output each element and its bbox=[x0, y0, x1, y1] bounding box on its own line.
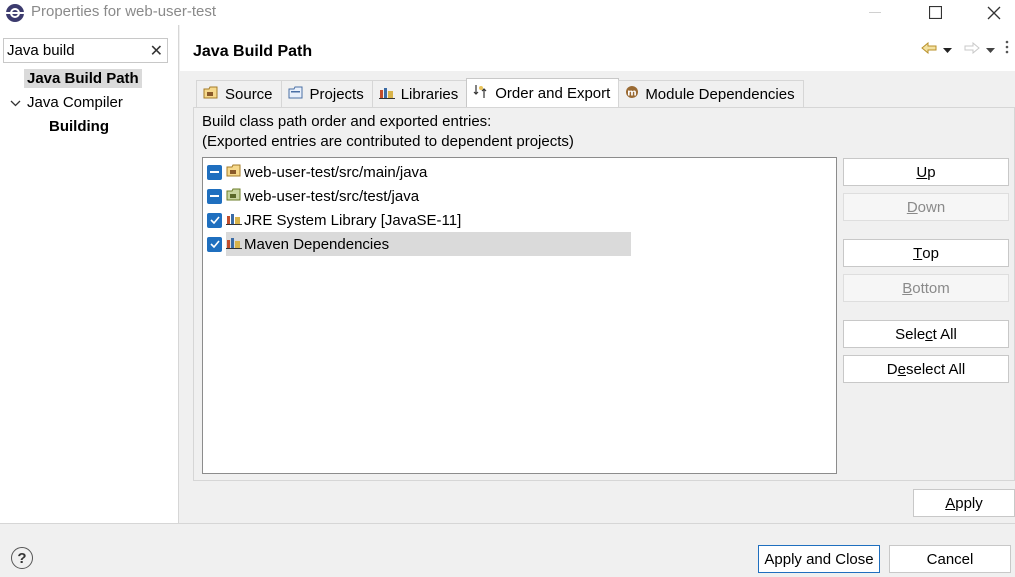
button-label: ottom bbox=[912, 279, 950, 297]
mnemonic: e bbox=[897, 360, 906, 378]
tree-item-building[interactable]: Building bbox=[49, 118, 109, 135]
list-item[interactable]: web-user-test/src/main/java bbox=[207, 160, 431, 184]
apply-and-close-button[interactable]: Apply and Close bbox=[758, 545, 880, 573]
mnemonic: c bbox=[925, 325, 933, 343]
preference-tree-panel: ✕ Java Build Path Java Compiler Building bbox=[0, 25, 179, 523]
list-item[interactable]: web-user-test/src/test/java bbox=[207, 184, 423, 208]
mnemonic: U bbox=[916, 163, 928, 181]
button-label: t All bbox=[932, 325, 957, 343]
dialog-button-bar: ? Apply and Close Cancel bbox=[0, 523, 1015, 577]
list-item[interactable]: JRE System Library [JavaSE-11] bbox=[207, 208, 465, 232]
tab-libraries[interactable]: Libraries bbox=[371, 80, 468, 107]
entry-label: web-user-test/src/test/java bbox=[244, 187, 420, 205]
chevron-down-icon[interactable] bbox=[10, 94, 21, 111]
history-nav bbox=[921, 40, 1009, 58]
partial-checkbox[interactable] bbox=[207, 164, 222, 180]
library-icon bbox=[226, 236, 242, 253]
library-icon bbox=[378, 86, 395, 103]
checked-checkbox[interactable] bbox=[207, 212, 222, 228]
tab-label: Module Dependencies bbox=[645, 85, 795, 103]
button-label: op bbox=[922, 244, 939, 262]
filter-field[interactable]: ✕ bbox=[3, 38, 168, 63]
build-path-tabs: Source Projects Libraries Order and Expo… bbox=[196, 78, 804, 107]
button-label: Cancel bbox=[926, 550, 974, 568]
tab-label: Order and Export bbox=[495, 84, 611, 102]
minimize-icon[interactable] bbox=[855, 0, 895, 25]
back-arrow-icon[interactable] bbox=[921, 41, 937, 58]
button-label: Sele bbox=[895, 325, 926, 343]
tab-label: Projects bbox=[309, 85, 364, 103]
tab-source[interactable]: Source bbox=[196, 80, 282, 107]
forward-dropdown-icon[interactable] bbox=[986, 41, 995, 58]
page-title: Java Build Path bbox=[193, 43, 313, 60]
source-folder-icon bbox=[203, 86, 219, 103]
page-header: Java Build Path bbox=[180, 25, 1015, 71]
description-line-1: Build class path order and exported entr… bbox=[202, 113, 492, 130]
button-label: Apply and Close bbox=[764, 550, 874, 568]
module-icon: m bbox=[625, 85, 639, 103]
description-line-2: (Exported entries are contributed to dep… bbox=[202, 133, 574, 150]
apply-button[interactable]: Apply bbox=[913, 489, 1015, 517]
close-icon[interactable] bbox=[974, 0, 1014, 25]
source-folder-icon bbox=[226, 164, 242, 181]
tab-label: Source bbox=[225, 85, 273, 103]
svg-text:m: m bbox=[628, 89, 637, 99]
forward-arrow-icon[interactable] bbox=[964, 41, 980, 58]
cancel-button[interactable]: Cancel bbox=[889, 545, 1011, 573]
partial-checkbox[interactable] bbox=[207, 188, 222, 204]
tab-label: Libraries bbox=[400, 85, 459, 103]
tree-item-label: Building bbox=[49, 118, 109, 135]
entry-label: JRE System Library [JavaSE-11] bbox=[244, 211, 462, 229]
tab-projects[interactable]: Projects bbox=[280, 80, 373, 107]
button-label: D bbox=[886, 360, 898, 378]
button-label: p bbox=[927, 163, 936, 181]
project-folder-icon bbox=[288, 86, 304, 103]
filter-input[interactable] bbox=[4, 39, 144, 62]
help-icon[interactable]: ? bbox=[11, 547, 33, 569]
mnemonic: D bbox=[906, 198, 918, 216]
tree-item-label: Java Build Path bbox=[27, 70, 139, 87]
entry-label: web-user-test/src/main/java bbox=[244, 163, 428, 181]
clear-filter-icon[interactable]: ✕ bbox=[150, 41, 163, 61]
mnemonic: A bbox=[945, 494, 956, 512]
deselect-all-button[interactable]: De select All bbox=[843, 355, 1009, 383]
button-label: own bbox=[917, 198, 946, 216]
button-label: select All bbox=[905, 360, 966, 378]
view-menu-icon[interactable] bbox=[1005, 40, 1009, 58]
tab-order-and-export[interactable]: Order and Export bbox=[466, 78, 620, 107]
library-icon bbox=[226, 212, 242, 229]
entry-label: Maven Dependencies bbox=[244, 235, 390, 253]
tab-module-dependencies[interactable]: m Module Dependencies bbox=[618, 80, 804, 107]
back-dropdown-icon[interactable] bbox=[943, 41, 952, 58]
tree-item-java-build-path[interactable]: Java Build Path bbox=[24, 69, 142, 88]
button-label: pply bbox=[955, 494, 983, 512]
list-item[interactable]: Maven Dependencies bbox=[207, 232, 631, 256]
checked-checkbox[interactable] bbox=[207, 236, 222, 252]
window-title: Properties for web-user-test bbox=[31, 3, 217, 20]
classpath-entry-list[interactable]: web-user-test/src/main/java web-user-tes… bbox=[202, 157, 837, 474]
top-button[interactable]: Top bbox=[843, 239, 1009, 267]
source-folder-icon bbox=[226, 188, 242, 205]
mnemonic: B bbox=[902, 279, 913, 297]
tree-item-label: Java Compiler bbox=[27, 94, 123, 111]
bottom-button[interactable]: Bottom bbox=[843, 274, 1009, 302]
up-button[interactable]: Up bbox=[843, 158, 1009, 186]
down-button[interactable]: Down bbox=[843, 193, 1009, 221]
order-export-icon bbox=[473, 84, 489, 103]
eclipse-app-icon bbox=[5, 3, 25, 23]
title-bar: Properties for web-user-test bbox=[0, 0, 1015, 25]
maximize-icon[interactable] bbox=[915, 0, 955, 25]
mnemonic: T bbox=[913, 244, 923, 262]
select-all-button[interactable]: Sele c t All bbox=[843, 320, 1009, 348]
tree-item-java-compiler[interactable]: Java Compiler bbox=[10, 94, 123, 111]
